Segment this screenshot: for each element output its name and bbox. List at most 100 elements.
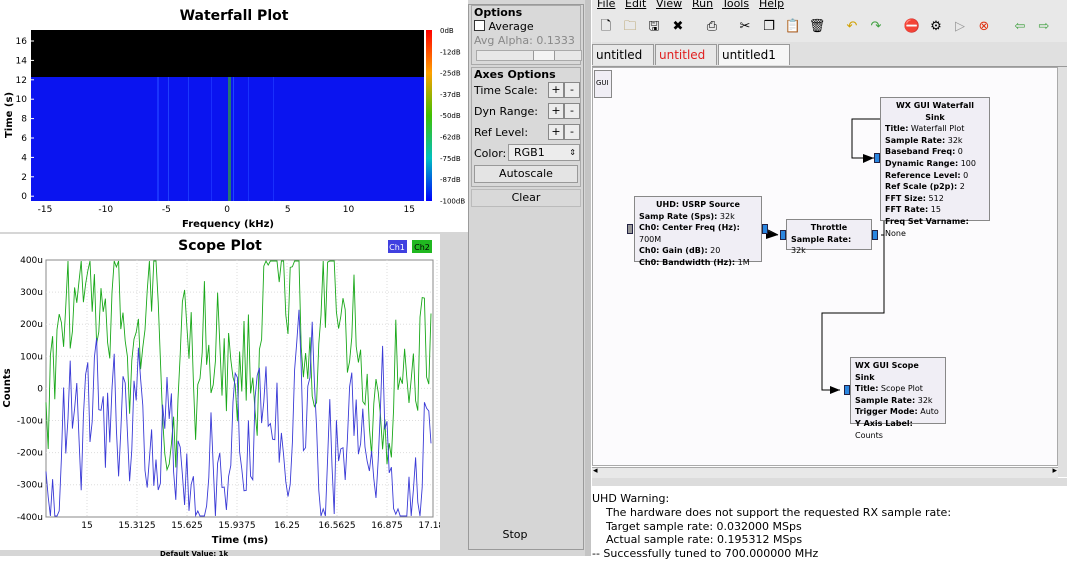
ref-level-plus-button[interactable]: + bbox=[548, 124, 564, 140]
tab-untitled-modified[interactable]: untitled ✖ bbox=[655, 44, 717, 82]
rotate-ccw-icon[interactable]: ↶ bbox=[843, 18, 861, 36]
dyn-range-minus-button[interactable]: - bbox=[564, 103, 580, 119]
block-param: Sample Rate: 32k bbox=[791, 234, 867, 257]
scope-y-tick: 100u bbox=[20, 352, 43, 362]
menu-edit[interactable]: Edit bbox=[625, 0, 646, 10]
block-param-label: Ch0: Gain (dB): bbox=[639, 246, 708, 256]
waterfall-plot[interactable]: 16 14 12 10 8 6 4 2 0 -15 -10 -5 0 5 10 15 Time (s) Fr… bbox=[0, 0, 468, 232]
block-title: WX GUI Waterfall Sink bbox=[895, 101, 975, 122]
forward-arrow-icon[interactable]: ⇨ bbox=[1035, 18, 1053, 36]
waterfall-x-tick: 15 bbox=[403, 205, 414, 215]
colorbar-label: -37dB bbox=[440, 91, 461, 99]
scroll-left-icon[interactable]: ◂ bbox=[593, 466, 598, 476]
copy-icon[interactable]: ❐ bbox=[760, 18, 778, 36]
stop-button[interactable]: Stop bbox=[471, 527, 559, 545]
block-param-value: None bbox=[885, 228, 906, 238]
block-param-value: 512 bbox=[925, 193, 944, 203]
pane-splitter[interactable] bbox=[592, 478, 1067, 486]
menu-tools[interactable]: Tools bbox=[722, 0, 749, 10]
generate-icon[interactable]: ⚙ bbox=[927, 18, 945, 36]
menu-file[interactable]: File bbox=[597, 0, 615, 10]
block-param-label: FFT Size: bbox=[885, 193, 926, 203]
tab-untitled[interactable]: untitled ✖ bbox=[592, 44, 654, 82]
menu-help[interactable]: Help bbox=[759, 0, 784, 10]
waterfall-y-tick: 4 bbox=[21, 153, 27, 163]
clear-button[interactable]: Clear bbox=[471, 189, 581, 207]
vertical-scrollbar[interactable] bbox=[1058, 67, 1067, 477]
block-param-label: Ch0: Bandwidth (Hz): bbox=[639, 257, 736, 267]
color-select[interactable]: RGB1 ⇕ bbox=[508, 144, 580, 161]
waterfall-y-tick: 8 bbox=[21, 115, 27, 125]
port-waterfall-in[interactable] bbox=[874, 153, 880, 163]
block-waterfall-sink[interactable]: WX GUI Waterfall Sink Title: Waterfall P… bbox=[880, 97, 990, 238]
scroll-right-icon[interactable]: ▸ bbox=[1052, 466, 1057, 476]
legend-ch2: Ch2 bbox=[414, 243, 430, 252]
kill-icon[interactable]: ⊗ bbox=[975, 18, 993, 36]
tab-untitled1[interactable]: untitled1 ✖ bbox=[718, 44, 790, 82]
axes-options-header: Axes Options bbox=[474, 68, 556, 81]
save-icon[interactable]: 🖫 bbox=[645, 18, 663, 36]
waterfall-y-tick: 16 bbox=[16, 37, 28, 47]
port-scope-in[interactable] bbox=[844, 385, 850, 395]
colorbar-label: -75dB bbox=[440, 155, 461, 163]
menu-run[interactable]: Run bbox=[692, 0, 713, 10]
port-throttle-in[interactable] bbox=[780, 230, 786, 240]
waterfall-streak bbox=[273, 77, 274, 201]
rotate-cw-icon[interactable]: ↷ bbox=[867, 18, 885, 36]
block-title: UHD: USRP Source bbox=[656, 200, 740, 209]
time-scale-minus-button[interactable]: - bbox=[564, 82, 580, 98]
scope-x-tick: 15.3125 bbox=[118, 521, 155, 531]
waterfall-xlabel: Frequency (kHz) bbox=[182, 219, 274, 230]
close-icon[interactable]: ✖ bbox=[669, 18, 687, 36]
port-usrp-in[interactable] bbox=[627, 224, 633, 234]
axes-options-section: Axes Options Time Scale: + - Dyn Range: … bbox=[471, 67, 581, 187]
paste-icon[interactable]: 📋 bbox=[784, 18, 802, 36]
open-folder-icon[interactable]: 🗀 bbox=[621, 18, 639, 36]
dyn-range-label: Dyn Range: bbox=[474, 105, 539, 118]
time-scale-plus-button[interactable]: + bbox=[548, 82, 564, 98]
block-param: Ch0: Gain (dB): 20 bbox=[639, 245, 757, 257]
arrow-scope bbox=[830, 386, 840, 394]
waterfall-streak bbox=[233, 77, 234, 201]
block-param-value: 2 bbox=[957, 182, 965, 192]
color-label: Color: bbox=[474, 147, 507, 160]
port-usrp-out[interactable] bbox=[762, 224, 768, 234]
block-usrp-source[interactable]: UHD: USRP Source Samp Rate (Sps): 32k Ch0… bbox=[634, 196, 762, 267]
block-param-label: Ref Scale (p2p): bbox=[885, 182, 958, 192]
block-param-value: 100 bbox=[958, 158, 976, 168]
block-param: Reference Level: 0 bbox=[885, 170, 985, 182]
average-checkbox[interactable] bbox=[474, 20, 485, 31]
block-throttle[interactable]: Throttle Sample Rate: 32k bbox=[786, 219, 872, 255]
autoscale-button[interactable]: Autoscale bbox=[474, 165, 578, 183]
menu-view[interactable]: View bbox=[656, 0, 682, 10]
waterfall-y-tick: 0 bbox=[21, 192, 27, 202]
cut-icon[interactable]: ✂ bbox=[736, 18, 754, 36]
disable-block-icon[interactable]: ⛔ bbox=[903, 18, 921, 36]
avg-alpha-slider-thumb[interactable] bbox=[533, 51, 555, 60]
new-file-icon[interactable]: 🗋 bbox=[597, 18, 615, 36]
waterfall-y-tick: 6 bbox=[21, 134, 27, 144]
ref-level-minus-button[interactable]: - bbox=[564, 124, 580, 140]
console-output: UHD Warning: The hardware does not suppo… bbox=[592, 486, 1067, 560]
scope-plot[interactable]: 400u 300u 200u 100u 0 -100u -200u -300u -400u 15… bbox=[0, 234, 440, 550]
execute-icon[interactable]: ▷ bbox=[951, 18, 969, 36]
waterfall-x-ticks: -15 -10 -5 0 5 10 15 bbox=[38, 205, 415, 215]
block-param-label: Ch0: Center Freq (Hz): bbox=[639, 223, 740, 233]
tab-label: untitled bbox=[596, 48, 643, 62]
block-param: Dynamic Range: 100 bbox=[885, 158, 985, 170]
block-param-label: Samp Rate (Sps): bbox=[639, 211, 718, 221]
block-param-value: 32k bbox=[791, 246, 806, 256]
colorbar-label: 0dB bbox=[440, 27, 454, 35]
scope-ylabel: Counts bbox=[2, 368, 13, 407]
block-scope-sink[interactable]: WX GUI Scope Sink Title: Scope Plot Sampl… bbox=[850, 357, 946, 440]
tab-label: untitled1 bbox=[722, 48, 776, 62]
dyn-range-plus-button[interactable]: + bbox=[548, 103, 564, 119]
print-icon[interactable]: ⎙ bbox=[703, 18, 721, 36]
delete-icon[interactable]: 🗑 bbox=[808, 18, 826, 36]
scope-y-tick: 400u bbox=[20, 256, 43, 266]
waterfall-y-tick: 2 bbox=[21, 173, 27, 183]
port-throttle-out[interactable] bbox=[872, 230, 878, 240]
avg-alpha-slider[interactable] bbox=[476, 50, 582, 61]
average-checkbox-row[interactable]: Average bbox=[474, 20, 534, 33]
back-arrow-icon[interactable]: ⇦ bbox=[1011, 18, 1029, 36]
